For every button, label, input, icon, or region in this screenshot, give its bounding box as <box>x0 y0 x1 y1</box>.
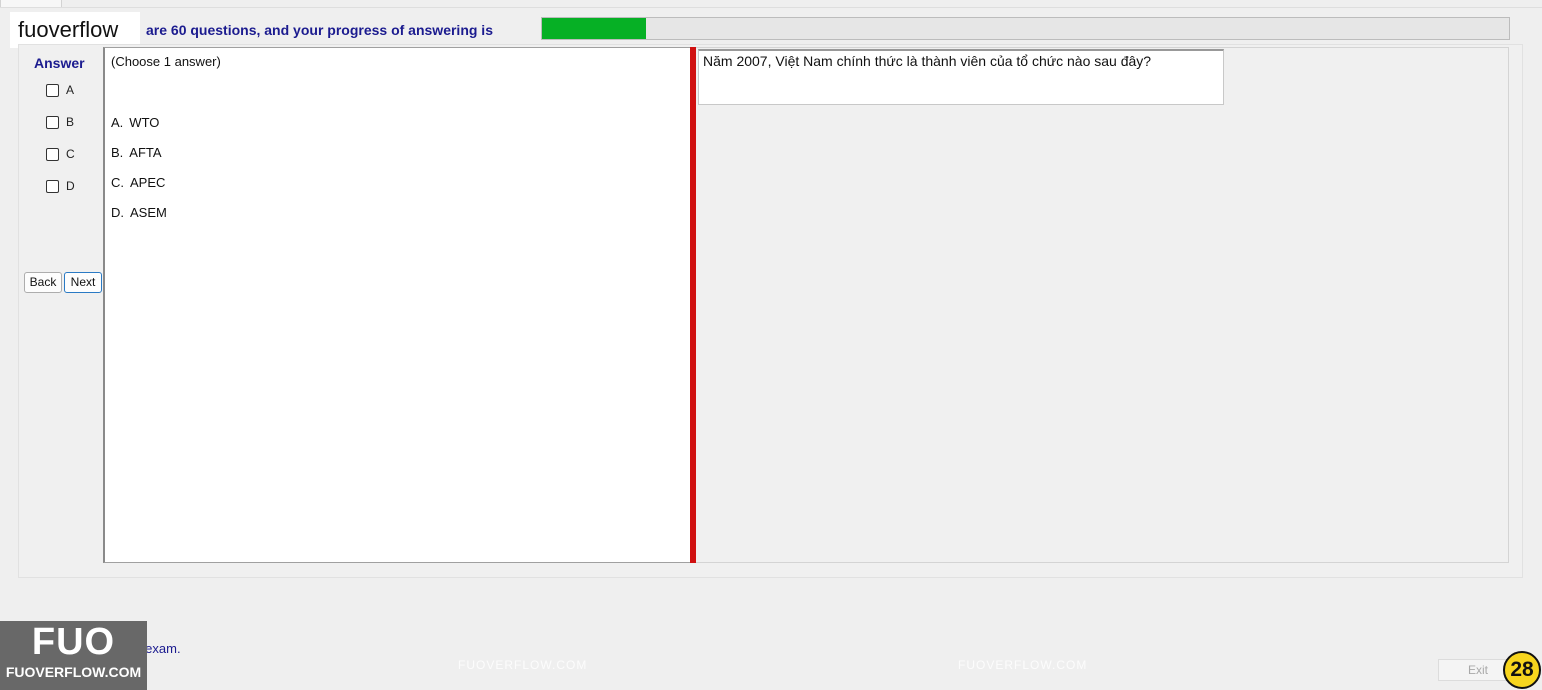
answer-checkbox-a[interactable] <box>46 83 59 97</box>
progress-text: are 60 questions, and your progress of a… <box>146 22 493 38</box>
top-divider <box>0 7 1542 8</box>
answer-option-label: C <box>66 147 75 161</box>
progress-bar <box>541 17 1510 40</box>
exam-window: fuoverflow are 60 questions, and your pr… <box>0 0 1542 690</box>
choice-letter: B. <box>111 145 124 160</box>
question-panel <box>696 47 1509 563</box>
answer-heading: Answer <box>34 55 85 71</box>
back-button[interactable]: Back <box>24 272 62 293</box>
choices-panel <box>103 47 692 563</box>
question-number-badge: 28 <box>1503 651 1541 689</box>
answer-checkbox-c[interactable] <box>46 147 59 161</box>
choice-text: AFTA <box>129 145 162 160</box>
choice-letter: C. <box>111 175 124 190</box>
answer-option-label: A <box>66 83 75 97</box>
watermark: FUOVERFLOW.COM <box>458 658 588 672</box>
watermark: FUOVERFLOW.COM <box>958 658 1088 672</box>
choice-text: APEC <box>130 175 166 190</box>
choice-c: C. APEC <box>111 175 165 190</box>
choice-letter: A. <box>111 115 124 130</box>
fuo-logo: FUO FUOVERFLOW.COM <box>0 621 147 690</box>
answer-checkbox-b[interactable] <box>46 115 59 129</box>
choice-d: D. ASEM <box>111 205 167 220</box>
logo-subtext: FUOVERFLOW.COM <box>5 664 142 680</box>
answer-option-label: D <box>66 179 75 193</box>
answer-checkbox-d[interactable] <box>46 179 59 193</box>
next-button[interactable]: Next <box>64 272 102 293</box>
answer-option-c[interactable]: C <box>46 146 75 162</box>
choice-b: B. AFTA <box>111 145 162 160</box>
answer-option-d[interactable]: D <box>46 178 75 194</box>
logo-text: FUO <box>31 621 116 663</box>
progress-fill <box>542 18 647 39</box>
choice-a: A. WTO <box>111 115 159 130</box>
choice-text: ASEM <box>130 205 167 220</box>
answer-option-b[interactable]: B <box>46 114 74 130</box>
question-text: Năm 2007, Việt Nam chính thức là thành v… <box>698 49 1224 105</box>
brand-label: fuoverflow <box>10 12 140 48</box>
choice-text: WTO <box>129 115 160 130</box>
answer-option-label: B <box>66 115 75 129</box>
choice-letter: D. <box>111 205 124 220</box>
answer-option-a[interactable]: A <box>46 82 74 98</box>
choose-hint: (Choose 1 answer) <box>111 54 221 69</box>
